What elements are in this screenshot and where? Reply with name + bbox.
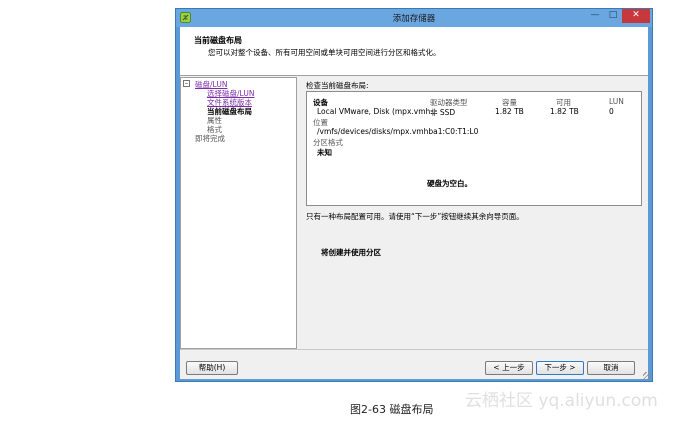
cancel-button[interactable]: 取消 [587, 361, 635, 375]
location-value: /vmfs/devices/disks/mpx.vmhba1:C0:T1:L0 [317, 127, 479, 136]
wizard-steps: – 磁盘/LUN 选择磁盘/LUN 文件系统版本 当前磁盘布局 属性 格式 即将… [180, 77, 297, 349]
back-button[interactable]: < 上一步 [485, 361, 533, 375]
disk-empty-message: 硬盘为空白。 [427, 179, 472, 188]
next-button[interactable]: 下一步 > [536, 361, 584, 375]
add-storage-window: 添加存储器 — □ ✕ 当前磁盘布局 您可以对整个设备、所有可用空间或单块可用空… [175, 8, 653, 382]
page-subtitle: 您可以对整个设备、所有可用空间或单块可用空间进行分区和格式化。 [208, 48, 441, 57]
page-title: 当前磁盘布局 [194, 36, 242, 45]
partition-format-value: 未知 [317, 148, 332, 157]
wizard-header: 当前磁盘布局 您可以对整个设备、所有可用空间或单块可用空间进行分区和格式化。 [180, 27, 648, 76]
available-value: 1.82 TB [550, 107, 579, 116]
window-title: 添加存储器 [392, 14, 436, 24]
collapse-icon[interactable]: – [183, 80, 190, 87]
title-bar[interactable]: 添加存储器 — □ ✕ [176, 9, 652, 27]
lun-value: 0 [609, 107, 614, 116]
content-area: 检查当前磁盘布局: 设备 驱动器类型 容量 可用 LUN Local VMwar… [298, 77, 648, 349]
figure-caption: 图2-63 磁盘布局 [350, 403, 434, 416]
drive-type: 非 SSD [430, 108, 456, 117]
capacity-value: 1.82 TB [495, 107, 524, 116]
col-lun: LUN [609, 97, 624, 106]
review-label: 检查当前磁盘布局: [306, 81, 369, 90]
help-button[interactable]: 帮助(H) [186, 361, 238, 375]
resize-grip-icon[interactable] [643, 372, 651, 380]
maximize-icon[interactable]: □ [604, 9, 622, 23]
step-ready: 即将完成 [195, 134, 225, 143]
device-name: Local VMware, Disk (mpx.vmh... [317, 107, 438, 116]
layout-info-text: 只有一种布局配置可用。请使用“下一步”按钮继续其余向导页面。 [306, 212, 524, 221]
close-icon[interactable]: ✕ [622, 9, 650, 23]
dialog-client: 当前磁盘布局 您可以对整个设备、所有可用空间或单块可用空间进行分区和格式化。 –… [180, 27, 648, 379]
minimize-icon[interactable]: — [586, 9, 604, 23]
disk-layout-panel: 设备 驱动器类型 容量 可用 LUN Local VMware, Disk (m… [306, 91, 642, 206]
partition-action-text: 将创建并使用分区 [321, 248, 381, 257]
button-divider [180, 349, 648, 350]
